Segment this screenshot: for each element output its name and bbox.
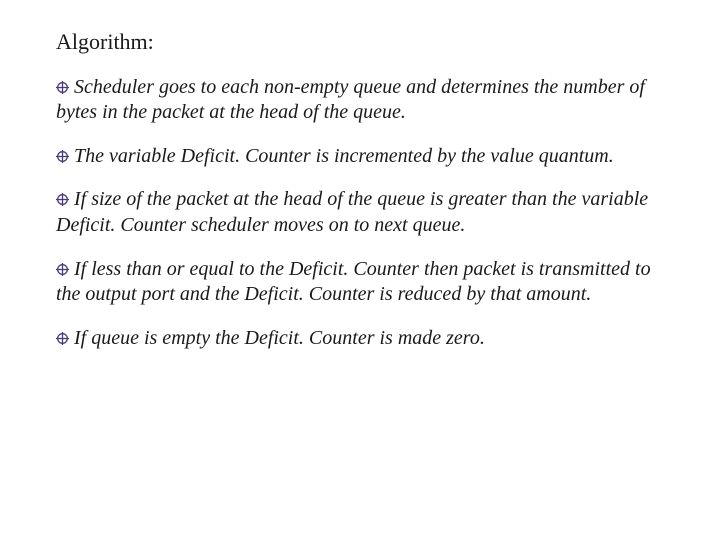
crosshair-icon	[56, 326, 74, 352]
bullet-text: If queue is empty the Deficit. Counter i…	[74, 327, 485, 349]
bullet-text: Scheduler goes to each non-empty queue a…	[56, 76, 645, 124]
slide: Algorithm: Scheduler goes to each non-em…	[0, 0, 720, 540]
bullet-item: If less than or equal to the Deficit. Co…	[56, 257, 664, 308]
bullet-item: If size of the packet at the head of the…	[56, 187, 664, 238]
crosshair-icon	[56, 75, 74, 101]
bullet-text: If less than or equal to the Deficit. Co…	[56, 258, 651, 306]
crosshair-icon	[56, 257, 74, 283]
crosshair-icon	[56, 144, 74, 170]
bullet-item: If queue is empty the Deficit. Counter i…	[56, 326, 664, 352]
bullet-item: Scheduler goes to each non-empty queue a…	[56, 75, 664, 126]
bullet-item: The variable Deficit. Counter is increme…	[56, 144, 664, 170]
bullet-text: If size of the packet at the head of the…	[56, 188, 648, 236]
bullet-text: The variable Deficit. Counter is increme…	[74, 145, 614, 167]
crosshair-icon	[56, 187, 74, 213]
slide-title: Algorithm:	[56, 28, 664, 57]
